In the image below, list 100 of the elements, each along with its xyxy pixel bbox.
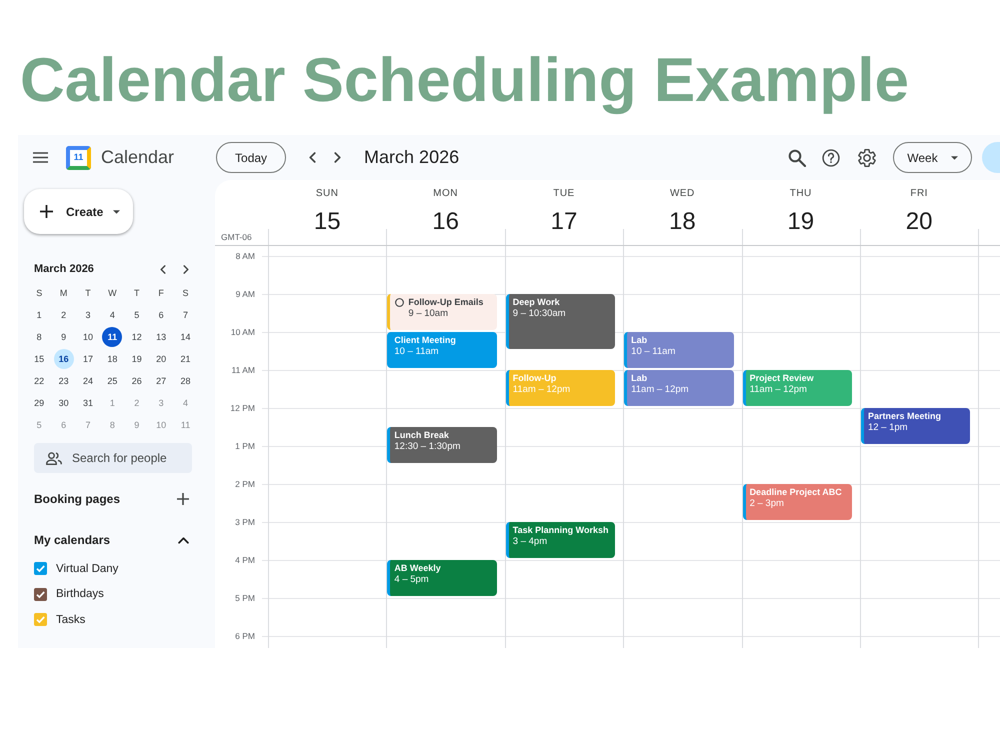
mini-calendar-day[interactable]: 19 [126, 349, 147, 369]
search-field[interactable]: Search for people [34, 443, 192, 473]
chevron-left-icon[interactable] [160, 264, 166, 274]
circle-icon[interactable] [395, 298, 404, 306]
mini-calendar-day[interactable]: 23 [54, 371, 74, 391]
task-block[interactable]: Follow-Up Emails 9 – 10am [387, 294, 497, 330]
date-number[interactable]: 16 [432, 207, 459, 237]
mini-calendar-month: March 2026 [34, 263, 94, 275]
event-block[interactable]: Deep Work 9 – 10:30am [506, 294, 616, 349]
plus-icon [40, 205, 53, 218]
plus-icon[interactable] [177, 493, 189, 505]
checkbox[interactable] [34, 588, 47, 601]
event-time: 12 – 1pm [868, 422, 908, 434]
date-number[interactable]: 17 [550, 207, 578, 237]
mini-calendar-day[interactable]: 6 [151, 305, 172, 325]
today-button[interactable]: Today [216, 142, 286, 173]
mini-calendar-day[interactable]: 18 [102, 349, 122, 369]
event-title: Lab [631, 334, 648, 346]
event-time: 4 – 5pm [394, 574, 429, 586]
mini-calendar-day[interactable]: 20 [151, 349, 172, 369]
calendar-name: Birthdays [56, 588, 104, 600]
mini-calendar-day[interactable]: 22 [29, 371, 50, 391]
event-time: 9 – 10:30am [512, 308, 566, 320]
mini-calendar-day[interactable]: 21 [176, 349, 196, 369]
menu-icon[interactable] [33, 152, 48, 163]
mini-calendar-day[interactable]: 15 [29, 349, 50, 369]
hour-label: 1 PM [235, 440, 255, 452]
mini-calendar-day[interactable]: 26 [126, 371, 147, 391]
mini-calendar-day[interactable]: 8 [29, 327, 50, 347]
date-number[interactable]: 20 [906, 207, 932, 237]
mini-calendar-day[interactable]: 12 [126, 327, 147, 347]
mini-calendar-day[interactable]: 29 [29, 393, 50, 413]
chevron-left-icon[interactable] [309, 152, 316, 163]
mini-calendar-day[interactable]: 2 [54, 305, 74, 325]
section-title: Booking pages [34, 492, 120, 506]
day-column[interactable]: Follow-Up Emails 9 – 10am Client Meeting 10 – 11am Lunch Break 12:30 – 1:30pm AB Weekly 4 – 5pm [386, 246, 505, 648]
day-column[interactable]: Deep Work 9 – 10:30am Follow-Up 11am – 12pm Task Planning Worksh 3 – 4pm [504, 246, 624, 648]
mini-calendar-day[interactable]: 30 [54, 393, 74, 413]
period-title: March 2026 [364, 147, 460, 168]
calendar-name: Virtual Dany [56, 562, 118, 575]
mini-calendar-day[interactable]: 7 [176, 305, 196, 325]
mini-calendar-day[interactable]: 5 [126, 305, 147, 325]
mini-calendar-day[interactable]: 16 [54, 349, 74, 369]
view-dropdown[interactable]: Week [893, 142, 972, 173]
people-icon [46, 452, 62, 464]
app-name: Calendar [101, 147, 174, 168]
toggle-button[interactable] [982, 142, 1000, 173]
weekday-initial: S [182, 288, 189, 298]
date-number[interactable]: 18 [669, 207, 696, 237]
weekday-initial: T [134, 288, 140, 298]
mini-calendar-day[interactable]: 31 [78, 393, 98, 413]
create-button[interactable]: Create [24, 189, 133, 234]
mini-calendar-day[interactable]: 1 [29, 305, 50, 325]
mini-calendar-day[interactable]: 9 [54, 327, 74, 347]
weekday-label: FRI [910, 187, 928, 201]
help-icon[interactable] [822, 148, 840, 166]
event-block[interactable]: Lunch Break 12:30 – 1:30pm [387, 427, 497, 463]
mini-calendar-day[interactable]: 17 [78, 349, 98, 369]
event-title: Client Meeting [394, 334, 456, 346]
checkbox[interactable] [34, 613, 47, 626]
weekday-initial: F [158, 288, 164, 298]
mini-calendar-day[interactable]: 4 [102, 305, 122, 325]
date-number[interactable]: 19 [787, 207, 814, 237]
checkbox[interactable] [34, 562, 47, 576]
mini-calendar-day[interactable]: 11 [102, 327, 122, 347]
event-block[interactable]: Partners Meeting 12 – 1pm [860, 408, 970, 444]
event-title: Project Review [750, 372, 814, 384]
chevron-right-icon[interactable] [334, 152, 342, 163]
hour-label: 2 PM [235, 478, 255, 490]
chevron-up-icon[interactable] [178, 536, 189, 544]
hour-label: 10 AM [230, 326, 255, 338]
hour-label: 5 PM [235, 592, 255, 604]
day-column[interactable]: Partners Meeting 12 – 1pm [860, 246, 978, 648]
weekday-label: TUE [553, 187, 575, 201]
mini-calendar-day[interactable]: 13 [151, 327, 172, 347]
event-title: Lab [631, 372, 648, 384]
event-title: Follow-Up [512, 372, 556, 384]
mini-calendar-day[interactable]: 3 [78, 305, 98, 325]
search-icon[interactable] [788, 148, 806, 166]
section-title[interactable]: My calendars [34, 533, 110, 547]
mini-calendar-day[interactable]: 27 [151, 371, 172, 391]
event-block[interactable]: Task Planning Worksh 3 – 4pm [506, 522, 616, 558]
weekday-label: MON [433, 187, 458, 201]
weekday-initial: T [85, 288, 91, 298]
mini-calendar-day[interactable]: 14 [176, 327, 196, 347]
weekday-initial: W [108, 288, 117, 298]
chevron-right-icon[interactable] [183, 264, 189, 274]
mini-calendar-day[interactable]: 25 [102, 371, 122, 391]
mini-calendar-day[interactable]: 10 [78, 327, 98, 347]
event-block[interactable]: AB Weekly 4 – 5pm [387, 560, 497, 596]
hour-label: 8 AM [236, 250, 255, 262]
date-number[interactable]: 15 [314, 207, 341, 237]
hour-label: 4 PM [235, 554, 255, 566]
event-title: Lunch Break [394, 429, 449, 441]
weekday-initial: M [60, 288, 68, 298]
event-time: 3 – 4pm [512, 536, 548, 548]
mini-calendar-day[interactable]: 24 [78, 371, 98, 391]
mini-calendar-day[interactable]: 28 [176, 371, 196, 391]
settings-icon[interactable] [858, 148, 876, 166]
event-title: Deadline Project ABC [750, 486, 842, 498]
